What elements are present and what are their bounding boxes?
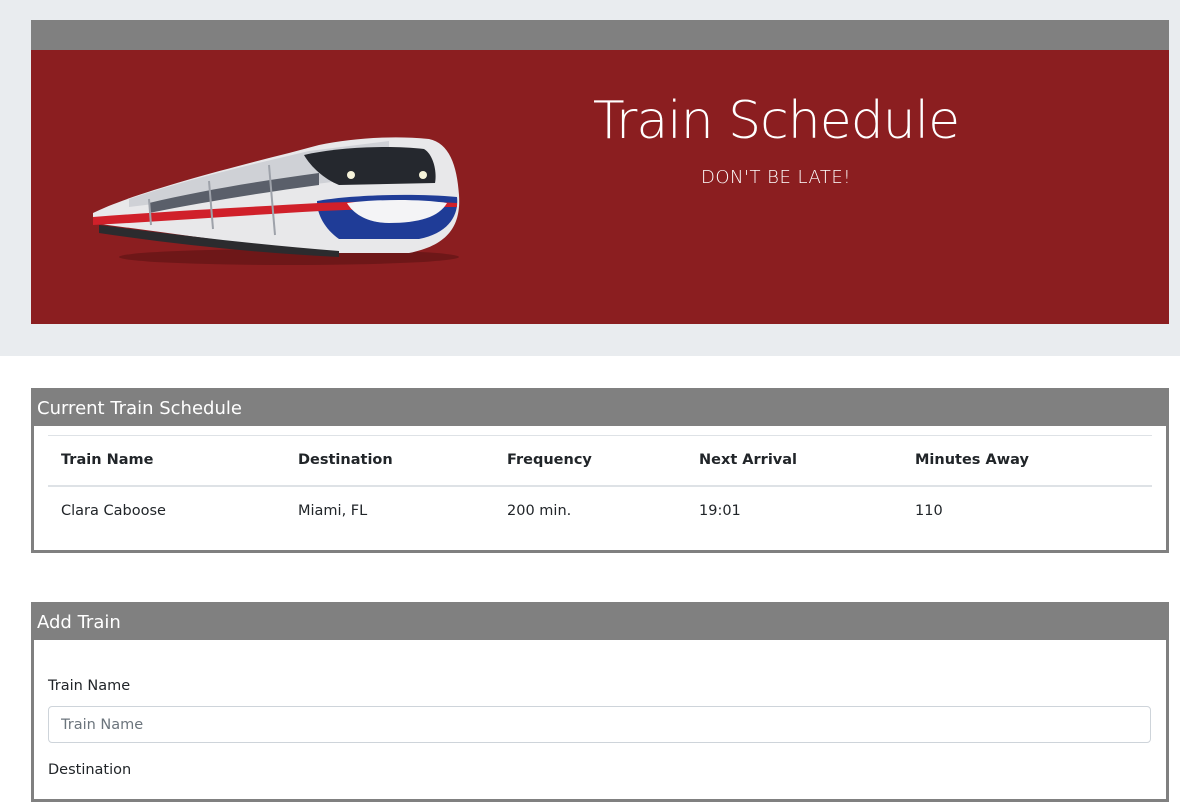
schedule-card: Current Train Schedule Train Name Destin… <box>31 388 1169 553</box>
column-header-minutes-away: Minutes Away <box>915 452 1029 469</box>
column-header-frequency: Frequency <box>507 452 592 469</box>
cell-minutes-away: 110 <box>915 503 943 519</box>
column-header-destination: Destination <box>298 452 393 469</box>
column-header-train-name: Train Name <box>61 452 154 469</box>
train-name-input[interactable] <box>48 706 1151 743</box>
column-header-next-arrival: Next Arrival <box>699 452 798 469</box>
cell-next-arrival: 19:01 <box>699 503 741 519</box>
schedule-card-body: Train Name Destination Frequency Next Ar… <box>34 426 1166 550</box>
train-name-label: Train Name <box>48 678 131 694</box>
add-train-card: Add Train Train Name Destination <box>31 602 1169 802</box>
train-image <box>93 137 460 265</box>
add-train-card-header: Add Train <box>37 612 121 633</box>
schedule-table: Train Name Destination Frequency Next Ar… <box>48 435 1152 536</box>
cell-frequency: 200 min. <box>507 503 572 519</box>
table-row: Clara Caboose Miami, FL 200 min. 19:01 1… <box>48 486 1152 536</box>
header-banner: Train Schedule DON'T BE LATE! <box>31 50 1169 324</box>
page-subtitle: DON'T BE LATE! <box>701 167 851 188</box>
add-train-card-body: Train Name Destination <box>34 640 1166 799</box>
table-header-row: Train Name Destination Frequency Next Ar… <box>48 435 1152 486</box>
jumbotron: Train Schedule DON'T BE LATE! <box>0 0 1180 356</box>
header-top-bar <box>31 20 1169 50</box>
schedule-card-header: Current Train Schedule <box>37 398 242 419</box>
cell-train-name: Clara Caboose <box>61 503 166 519</box>
page-title: Train Schedule <box>592 91 960 151</box>
cell-destination: Miami, FL <box>298 503 368 519</box>
